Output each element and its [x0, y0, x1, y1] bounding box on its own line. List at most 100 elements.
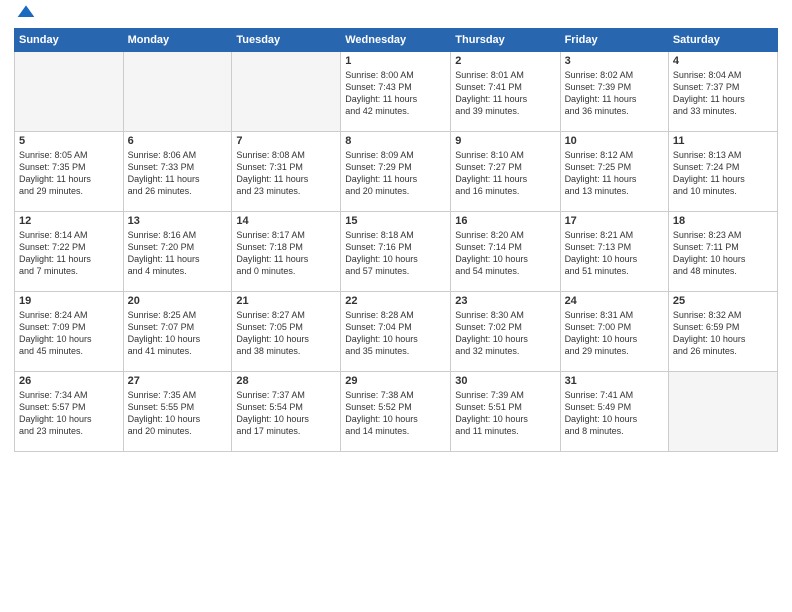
calendar-cell: 15 Sunrise: 8:18 AM Sunset: 7:16 PM Dayli…: [341, 212, 451, 292]
logo-icon: [16, 2, 36, 22]
day-info: Sunrise: 8:01 AM Sunset: 7:41 PM Dayligh…: [455, 69, 555, 118]
calendar-cell: 4 Sunrise: 8:04 AM Sunset: 7:37 PM Daylig…: [668, 52, 777, 132]
day-info: Sunrise: 8:14 AM Sunset: 7:22 PM Dayligh…: [19, 229, 119, 278]
day-info: Sunrise: 8:10 AM Sunset: 7:27 PM Dayligh…: [455, 149, 555, 198]
day-number: 31: [565, 375, 664, 387]
day-info: Sunrise: 8:25 AM Sunset: 7:07 PM Dayligh…: [128, 309, 228, 358]
calendar-page: SundayMondayTuesdayWednesdayThursdayFrid…: [0, 0, 792, 612]
day-number: 13: [128, 215, 228, 227]
weekday-header-friday: Friday: [560, 29, 668, 52]
calendar-cell: 3 Sunrise: 8:02 AM Sunset: 7:39 PM Daylig…: [560, 52, 668, 132]
day-number: 28: [236, 375, 336, 387]
calendar-cell: 30 Sunrise: 7:39 AM Sunset: 5:51 PM Dayli…: [451, 372, 560, 452]
calendar-cell: 16 Sunrise: 8:20 AM Sunset: 7:14 PM Dayli…: [451, 212, 560, 292]
day-number: 4: [673, 55, 773, 67]
week-row-2: 5 Sunrise: 8:05 AM Sunset: 7:35 PM Daylig…: [15, 132, 778, 212]
day-number: 5: [19, 135, 119, 147]
calendar-cell: 24 Sunrise: 8:31 AM Sunset: 7:00 PM Dayli…: [560, 292, 668, 372]
calendar-cell: [123, 52, 232, 132]
weekday-header-sunday: Sunday: [15, 29, 124, 52]
day-number: 10: [565, 135, 664, 147]
day-number: 6: [128, 135, 228, 147]
calendar-cell: 5 Sunrise: 8:05 AM Sunset: 7:35 PM Daylig…: [15, 132, 124, 212]
day-info: Sunrise: 8:16 AM Sunset: 7:20 PM Dayligh…: [128, 229, 228, 278]
calendar-cell: 8 Sunrise: 8:09 AM Sunset: 7:29 PM Daylig…: [341, 132, 451, 212]
weekday-header-wednesday: Wednesday: [341, 29, 451, 52]
calendar-cell: 29Sunrise: 7:38 AM Sunset: 5:52 PM Dayli…: [341, 372, 451, 452]
day-info: Sunrise: 8:04 AM Sunset: 7:37 PM Dayligh…: [673, 69, 773, 118]
logo: [14, 10, 36, 22]
calendar-cell: [232, 52, 341, 132]
calendar-cell: 19Sunrise: 8:24 AM Sunset: 7:09 PM Dayli…: [15, 292, 124, 372]
calendar-cell: 14Sunrise: 8:17 AM Sunset: 7:18 PM Dayli…: [232, 212, 341, 292]
day-info: Sunrise: 8:12 AM Sunset: 7:25 PM Dayligh…: [565, 149, 664, 198]
calendar-cell: 7Sunrise: 8:08 AM Sunset: 7:31 PM Daylig…: [232, 132, 341, 212]
day-number: 27: [128, 375, 228, 387]
day-number: 12: [19, 215, 119, 227]
day-number: 23: [455, 295, 555, 307]
day-number: 21: [236, 295, 336, 307]
day-number: 17: [565, 215, 664, 227]
day-info: Sunrise: 8:08 AM Sunset: 7:31 PM Dayligh…: [236, 149, 336, 198]
day-info: Sunrise: 8:18 AM Sunset: 7:16 PM Dayligh…: [345, 229, 446, 278]
day-number: 2: [455, 55, 555, 67]
header: [14, 10, 778, 22]
day-info: Sunrise: 8:27 AM Sunset: 7:05 PM Dayligh…: [236, 309, 336, 358]
day-number: 20: [128, 295, 228, 307]
day-info: Sunrise: 8:09 AM Sunset: 7:29 PM Dayligh…: [345, 149, 446, 198]
day-number: 15: [345, 215, 446, 227]
week-row-1: 1 Sunrise: 8:00 AM Sunset: 7:43 PM Daylig…: [15, 52, 778, 132]
calendar-cell: 1 Sunrise: 8:00 AM Sunset: 7:43 PM Daylig…: [341, 52, 451, 132]
day-number: 30: [455, 375, 555, 387]
day-info: Sunrise: 8:31 AM Sunset: 7:00 PM Dayligh…: [565, 309, 664, 358]
day-number: 14: [236, 215, 336, 227]
day-number: 22: [345, 295, 446, 307]
day-info: Sunrise: 7:37 AM Sunset: 5:54 PM Dayligh…: [236, 389, 336, 438]
calendar-cell: 25Sunrise: 8:32 AM Sunset: 6:59 PM Dayli…: [668, 292, 777, 372]
day-info: Sunrise: 8:13 AM Sunset: 7:24 PM Dayligh…: [673, 149, 773, 198]
day-number: 26: [19, 375, 119, 387]
day-number: 24: [565, 295, 664, 307]
day-info: Sunrise: 7:34 AM Sunset: 5:57 PM Dayligh…: [19, 389, 119, 438]
day-number: 16: [455, 215, 555, 227]
calendar-cell: 12 Sunrise: 8:14 AM Sunset: 7:22 PM Dayli…: [15, 212, 124, 292]
calendar-cell: 27Sunrise: 7:35 AM Sunset: 5:55 PM Dayli…: [123, 372, 232, 452]
day-info: Sunrise: 8:00 AM Sunset: 7:43 PM Dayligh…: [345, 69, 446, 118]
weekday-header-saturday: Saturday: [668, 29, 777, 52]
day-info: Sunrise: 8:06 AM Sunset: 7:33 PM Dayligh…: [128, 149, 228, 198]
day-info: Sunrise: 8:30 AM Sunset: 7:02 PM Dayligh…: [455, 309, 555, 358]
day-info: Sunrise: 8:02 AM Sunset: 7:39 PM Dayligh…: [565, 69, 664, 118]
day-number: 9: [455, 135, 555, 147]
calendar-cell: 18 Sunrise: 8:23 AM Sunset: 7:11 PM Dayli…: [668, 212, 777, 292]
calendar-cell: 26 Sunrise: 7:34 AM Sunset: 5:57 PM Dayli…: [15, 372, 124, 452]
calendar-cell: 9 Sunrise: 8:10 AM Sunset: 7:27 PM Daylig…: [451, 132, 560, 212]
weekday-header-row: SundayMondayTuesdayWednesdayThursdayFrid…: [15, 29, 778, 52]
week-row-5: 26 Sunrise: 7:34 AM Sunset: 5:57 PM Dayli…: [15, 372, 778, 452]
day-number: 3: [565, 55, 664, 67]
week-row-3: 12 Sunrise: 8:14 AM Sunset: 7:22 PM Dayli…: [15, 212, 778, 292]
calendar-cell: 13 Sunrise: 8:16 AM Sunset: 7:20 PM Dayli…: [123, 212, 232, 292]
day-number: 18: [673, 215, 773, 227]
day-info: Sunrise: 8:05 AM Sunset: 7:35 PM Dayligh…: [19, 149, 119, 198]
day-info: Sunrise: 8:28 AM Sunset: 7:04 PM Dayligh…: [345, 309, 446, 358]
day-info: Sunrise: 7:39 AM Sunset: 5:51 PM Dayligh…: [455, 389, 555, 438]
day-number: 25: [673, 295, 773, 307]
day-info: Sunrise: 7:38 AM Sunset: 5:52 PM Dayligh…: [345, 389, 446, 438]
day-number: 8: [345, 135, 446, 147]
calendar-cell: 2 Sunrise: 8:01 AM Sunset: 7:41 PM Daylig…: [451, 52, 560, 132]
calendar-cell: 28 Sunrise: 7:37 AM Sunset: 5:54 PM Dayli…: [232, 372, 341, 452]
calendar-cell: [668, 372, 777, 452]
day-info: Sunrise: 8:23 AM Sunset: 7:11 PM Dayligh…: [673, 229, 773, 278]
weekday-header-tuesday: Tuesday: [232, 29, 341, 52]
calendar-table: SundayMondayTuesdayWednesdayThursdayFrid…: [14, 28, 778, 452]
calendar-cell: 6 Sunrise: 8:06 AM Sunset: 7:33 PM Daylig…: [123, 132, 232, 212]
calendar-cell: 23 Sunrise: 8:30 AM Sunset: 7:02 PM Dayli…: [451, 292, 560, 372]
calendar-cell: 11Sunrise: 8:13 AM Sunset: 7:24 PM Dayli…: [668, 132, 777, 212]
calendar-cell: 21 Sunrise: 8:27 AM Sunset: 7:05 PM Dayli…: [232, 292, 341, 372]
calendar-cell: 10 Sunrise: 8:12 AM Sunset: 7:25 PM Dayli…: [560, 132, 668, 212]
day-info: Sunrise: 8:21 AM Sunset: 7:13 PM Dayligh…: [565, 229, 664, 278]
day-info: Sunrise: 8:20 AM Sunset: 7:14 PM Dayligh…: [455, 229, 555, 278]
calendar-cell: 22 Sunrise: 8:28 AM Sunset: 7:04 PM Dayli…: [341, 292, 451, 372]
day-number: 1: [345, 55, 446, 67]
week-row-4: 19Sunrise: 8:24 AM Sunset: 7:09 PM Dayli…: [15, 292, 778, 372]
